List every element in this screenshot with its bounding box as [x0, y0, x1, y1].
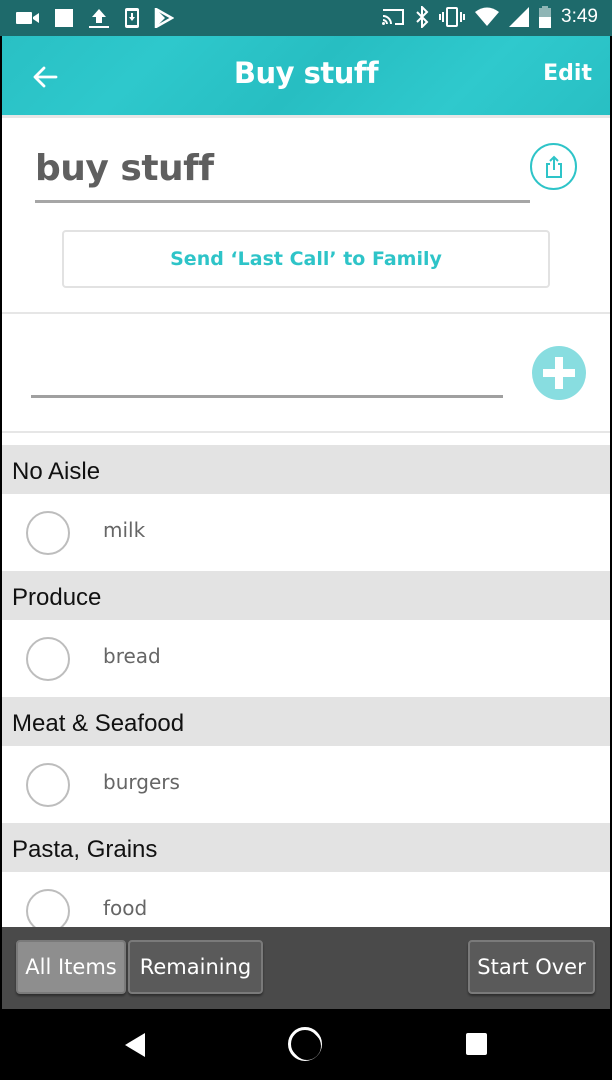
status-bar: 3:49 — [0, 0, 612, 36]
nav-recents-icon[interactable] — [466, 1033, 487, 1055]
all-items-button[interactable]: All Items — [16, 940, 126, 994]
vibrate-icon — [439, 7, 466, 27]
section-header: Produce — [2, 571, 610, 620]
square-notification-icon — [55, 9, 73, 27]
item-checkbox[interactable] — [26, 763, 70, 807]
list-name-field[interactable]: buy stuff — [35, 148, 214, 189]
edit-button[interactable]: Edit — [543, 61, 592, 86]
video-camera-icon — [16, 12, 39, 24]
share-button[interactable] — [530, 143, 577, 190]
list-item[interactable]: burgers — [2, 746, 610, 823]
aisle-sections: No Aisle milk Produce bread Meat & Seafo… — [2, 445, 610, 927]
list-name-underline — [35, 200, 530, 203]
section-pasta-grains: Pasta, Grains food — [2, 823, 610, 927]
battery-icon — [539, 6, 552, 28]
item-checkbox[interactable] — [26, 889, 70, 927]
upload-icon — [89, 9, 109, 28]
play-store-icon — [154, 8, 174, 28]
share-icon — [545, 155, 562, 178]
list-item[interactable]: milk — [2, 494, 610, 571]
cell-signal-icon — [509, 7, 530, 27]
clock: 3:49 — [561, 6, 598, 27]
item-label: milk — [103, 518, 146, 542]
section-no-aisle: No Aisle milk — [2, 445, 610, 571]
bottom-toolbar: All Items Remaining Start Over — [2, 927, 610, 1009]
divider — [2, 431, 610, 433]
section-header: Meat & Seafood — [2, 697, 610, 746]
section-meat-seafood: Meat & Seafood burgers — [2, 697, 610, 823]
section-header: Pasta, Grains — [2, 823, 610, 872]
item-checkbox[interactable] — [26, 511, 70, 555]
plus-icon — [543, 357, 575, 389]
list-content[interactable]: buy stuff Send ‘Last Call’ to Family No … — [2, 118, 610, 927]
phone-download-icon — [125, 8, 139, 28]
item-label: burgers — [103, 770, 180, 794]
list-item[interactable]: bread — [2, 620, 610, 697]
nav-back-icon[interactable] — [124, 1032, 146, 1058]
status-bar-system: 3:49 — [381, 6, 598, 28]
item-label: food — [103, 896, 148, 920]
start-over-button[interactable]: Start Over — [468, 940, 595, 994]
send-last-call-button[interactable]: Send ‘Last Call’ to Family — [62, 230, 550, 288]
section-header: No Aisle — [2, 445, 610, 494]
app-bar: Buy stuff Edit — [2, 36, 610, 118]
add-item-button[interactable] — [532, 346, 586, 400]
item-checkbox[interactable] — [26, 637, 70, 681]
cast-icon — [382, 9, 405, 25]
remaining-button[interactable]: Remaining — [128, 940, 263, 994]
divider — [2, 312, 610, 314]
list-item[interactable]: food — [2, 872, 610, 927]
page-title: Buy stuff — [233, 56, 379, 90]
system-nav-bar — [0, 1009, 612, 1080]
add-item-input[interactable] — [31, 358, 503, 398]
bluetooth-icon — [416, 6, 429, 28]
status-bar-notifications — [16, 7, 174, 29]
item-label: bread — [103, 644, 161, 668]
section-produce: Produce bread — [2, 571, 610, 697]
wifi-icon — [475, 7, 500, 26]
nav-home-icon[interactable] — [288, 1027, 322, 1061]
